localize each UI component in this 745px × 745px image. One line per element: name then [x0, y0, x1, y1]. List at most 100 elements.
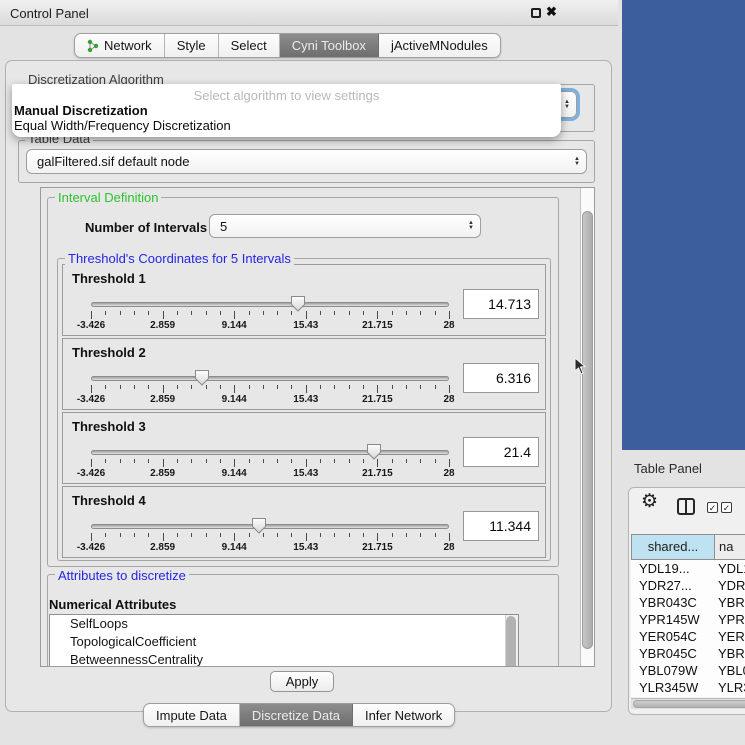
slider-tick	[263, 385, 264, 389]
table-row[interactable]: YBR043CYBR0	[631, 594, 745, 611]
table-data-combobox[interactable]: galFiltered.sif default node ▲▼	[26, 149, 587, 174]
table-row[interactable]: YER054CYER0	[631, 628, 745, 645]
tab-jactivemnodules[interactable]: jActiveMNodules	[379, 34, 500, 57]
cell-shared-name: YIL052C	[631, 696, 715, 697]
slider-tick	[277, 385, 278, 389]
slider-tick	[163, 459, 164, 467]
slider-tick	[449, 311, 450, 319]
table-row[interactable]: YPR145WYPR1	[631, 611, 745, 628]
table-hscrollbar-track[interactable]	[631, 698, 745, 709]
table-header: shared... na	[631, 534, 745, 560]
slider-tick	[134, 533, 135, 537]
slider-tick	[363, 311, 364, 315]
slider-tick-label: 28	[443, 394, 454, 405]
threshold-3-slider-thumb[interactable]	[366, 443, 382, 460]
column-header-shared-name[interactable]: shared...	[631, 534, 715, 560]
bottom-tab-infer-network[interactable]: Infer Network	[353, 704, 454, 726]
tab-label: Infer Network	[365, 708, 442, 723]
tab-select[interactable]: Select	[219, 34, 280, 57]
cell-name: YLR3	[715, 679, 745, 696]
slider-tick	[177, 459, 178, 463]
cell-name: YBL0	[715, 662, 745, 679]
slider-tick-label: 9.144	[222, 394, 247, 405]
table-hscrollbar-thumb[interactable]	[633, 700, 745, 708]
column-header-name[interactable]: na	[715, 534, 745, 560]
gear-icon[interactable]: ⚙	[641, 492, 658, 512]
threshold-3-slider-track[interactable]	[91, 450, 449, 455]
slider-tick	[105, 385, 106, 389]
slider-tick	[420, 533, 421, 537]
slider-tick	[349, 311, 350, 315]
slider-tick	[377, 385, 378, 393]
slider-tick	[291, 533, 292, 537]
float-window-icon[interactable]	[531, 8, 541, 18]
pane-scrollbar-thumb[interactable]	[582, 211, 593, 649]
tab-style[interactable]: Style	[165, 34, 219, 57]
slider-tick	[148, 311, 149, 315]
threshold-2-value-field[interactable]: 6.316	[463, 363, 539, 393]
cell-name: YBR0	[715, 645, 745, 662]
table-row[interactable]: YIL052CYIL0	[631, 696, 745, 697]
slider-tick-label: 9.144	[222, 468, 247, 479]
slider-tick	[249, 385, 250, 389]
combo-arrows-icon: ▲▼	[568, 157, 586, 167]
attribute-item-selfloops[interactable]: SelfLoops	[50, 615, 518, 633]
tab-network[interactable]: Network	[75, 34, 165, 57]
numerical-attributes-list: SelfLoopsTopologicalCoefficientBetweenne…	[49, 614, 519, 667]
threshold-2-slider-thumb[interactable]	[194, 369, 210, 386]
slider-tick	[406, 311, 407, 315]
table-row[interactable]: YBL079WYBL0	[631, 662, 745, 679]
bottom-tab-impute-data[interactable]: Impute Data	[144, 704, 240, 726]
table-row[interactable]: YBR045CYBR0	[631, 645, 745, 662]
tab-label: jActiveMNodules	[391, 38, 488, 53]
popup-option-manual-discretization[interactable]: Manual Discretization	[12, 103, 561, 118]
checkbox-icon[interactable]: ✓	[707, 502, 718, 513]
apply-button[interactable]: Apply	[270, 671, 334, 692]
algorithm-dropdown-popup: Select algorithm to view settings Manual…	[12, 84, 561, 137]
threshold-4-slider-track[interactable]	[91, 524, 449, 529]
slider-tick	[120, 385, 121, 389]
slider-tick	[91, 533, 92, 541]
split-columns-icon[interactable]	[677, 498, 695, 515]
slider-tick	[277, 459, 278, 463]
slider-tick	[263, 311, 264, 315]
popup-option-equal-width-frequency-discretization[interactable]: Equal Width/Frequency Discretization	[12, 118, 561, 133]
threshold-1-value-field[interactable]: 14.713	[463, 289, 539, 319]
attribute-item-betweennesscentrality[interactable]: BetweennessCentrality	[50, 651, 518, 667]
bottom-tab-discretize-data[interactable]: Discretize Data	[240, 704, 353, 726]
close-icon[interactable]: ✖	[546, 4, 557, 20]
slider-tick	[420, 311, 421, 315]
checkbox-icon[interactable]: ✓	[721, 502, 732, 513]
slider-tick	[349, 385, 350, 389]
attribute-item-topologicalcoefficient[interactable]: TopologicalCoefficient	[50, 633, 518, 651]
table-row[interactable]: YLR345WYLR3	[631, 679, 745, 696]
threshold-3-value-field[interactable]: 21.4	[463, 437, 539, 467]
panel-title: Control Panel	[10, 6, 89, 21]
slider-tick	[320, 385, 321, 389]
threshold-4-value-field[interactable]: 11.344	[463, 511, 539, 541]
cell-name: YDR2	[715, 577, 745, 594]
table-row[interactable]: YDL19...YDL1	[631, 560, 745, 577]
slider-tick	[234, 459, 235, 467]
table-data-combobox-value: galFiltered.sif default node	[27, 154, 568, 169]
slider-tick	[392, 533, 393, 537]
table-row[interactable]: YDR27...YDR2	[631, 577, 745, 594]
tab-cyni-toolbox[interactable]: Cyni Toolbox	[280, 34, 379, 57]
threshold-1-slider-track[interactable]	[91, 302, 449, 307]
number-of-intervals-combobox[interactable]: 5 ▲▼	[209, 214, 481, 238]
slider-tick	[134, 311, 135, 315]
threshold-1-slider-thumb[interactable]	[290, 295, 306, 312]
threshold-label: Threshold 3	[72, 419, 146, 434]
slider-tick	[449, 459, 450, 467]
slider-tick-label: 9.144	[222, 542, 247, 553]
slider-tick	[377, 311, 378, 319]
threshold-2-slider-track[interactable]	[91, 376, 449, 381]
slider-tick	[163, 385, 164, 393]
cell-shared-name: YER054C	[631, 628, 715, 645]
slider-tick	[377, 533, 378, 541]
table-panel-title: Table Panel	[634, 461, 702, 476]
attributes-scrollbar-thumb[interactable]	[506, 616, 516, 667]
threshold-4-slider-thumb[interactable]	[251, 517, 267, 534]
slider-tick	[206, 459, 207, 463]
slider-tick	[206, 311, 207, 315]
